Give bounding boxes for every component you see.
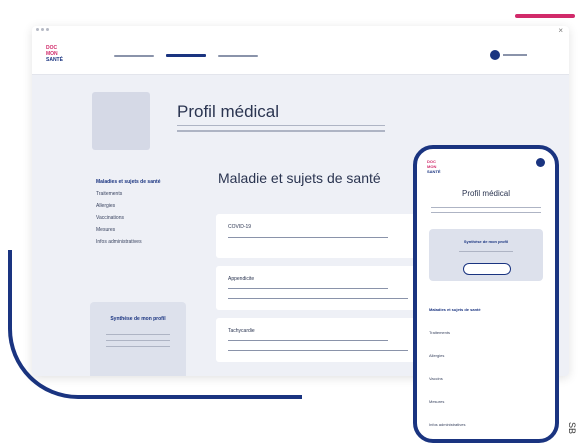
mobile-synthesis-card[interactable]: Synthèse de mon profil [429, 229, 543, 281]
health-item-line [228, 340, 388, 341]
synthesis-line [106, 346, 170, 347]
synthesis-line [106, 340, 170, 341]
mobile-title-line [431, 212, 541, 213]
mobile-synthesis-title: Synthèse de mon profil [463, 239, 509, 244]
mobile-menu-item-traitements[interactable]: Traitements [429, 328, 481, 351]
side-mark: SB [567, 422, 577, 435]
health-item-label: COVID-19 [228, 224, 252, 230]
window-controls[interactable] [36, 28, 49, 31]
sidebar-item-maladies[interactable]: Maladies et sujets de santé [96, 176, 160, 188]
profile-info-line [177, 130, 385, 132]
health-item-label: Appendicite [228, 276, 255, 282]
nav-item-3[interactable] [218, 55, 258, 57]
mobile-menu-item-vaccins[interactable]: Vaccins [429, 374, 481, 397]
mobile-synthesis-line [459, 251, 513, 252]
mobile-menu-item-allergies[interactable]: Allergies [429, 351, 481, 374]
health-item-card[interactable]: Appendicite [216, 266, 426, 310]
close-icon[interactable]: × [558, 26, 563, 35]
decorative-accent-bar [515, 14, 575, 18]
sidebar-item-vaccinations[interactable]: Vaccinations [96, 212, 160, 224]
app-header: DOC MON SANTÉ [32, 36, 569, 75]
mobile-page-title: Profil médical [461, 189, 510, 198]
health-item-line [228, 350, 408, 351]
window-titlebar: × [32, 26, 569, 36]
sidebar-item-infos[interactable]: Infos administratives [96, 236, 160, 248]
health-item-card[interactable]: Tachycardie [216, 318, 426, 362]
mobile-menu-item-infos[interactable]: Infos administratives [429, 420, 481, 439]
synthesis-card[interactable]: Synthèse de mon profil [90, 302, 186, 376]
health-item-line [228, 237, 388, 238]
sidebar-item-traitements[interactable]: Traitements [96, 188, 160, 200]
user-avatar[interactable] [490, 50, 500, 60]
user-menu[interactable] [503, 54, 527, 56]
mobile-menu-item-mesures[interactable]: Mesures [429, 397, 481, 420]
profile-photo [92, 92, 150, 150]
profile-info-line [177, 125, 385, 126]
synthesis-line [106, 334, 170, 335]
nav-item-2-active[interactable] [166, 54, 206, 57]
sidebar-menu: Maladies et sujets de santé Traitements … [96, 176, 160, 248]
mobile-avatar[interactable] [536, 158, 545, 167]
section-title: Maladie et sujets de santé [218, 170, 381, 186]
mobile-menu-item-maladies[interactable]: Maladies et sujets de santé [429, 305, 481, 328]
mobile-synthesis-button[interactable] [463, 263, 511, 275]
page-title: Profil médical [177, 102, 280, 121]
sidebar-item-mesures[interactable]: Mesures [96, 224, 160, 236]
health-item-label: Tachycardie [228, 328, 255, 334]
sidebar-item-allergies[interactable]: Allergies [96, 200, 160, 212]
health-item-line [228, 288, 388, 289]
mobile-app-logo[interactable]: DOC MON SANTÉ [427, 159, 441, 174]
synthesis-card-title: Synthèse de mon profil [110, 316, 166, 322]
mobile-phone: DOC MON SANTÉ Profil médical Synthèse de… [413, 145, 559, 443]
mobile-menu: Maladies et sujets de santé Traitements … [429, 305, 481, 439]
mobile-title-line [431, 207, 541, 208]
health-item-line [228, 298, 408, 299]
nav-item-1[interactable] [114, 55, 154, 57]
health-item-card[interactable]: COVID-19 [216, 214, 426, 258]
app-logo[interactable]: DOC MON SANTÉ [46, 45, 68, 65]
